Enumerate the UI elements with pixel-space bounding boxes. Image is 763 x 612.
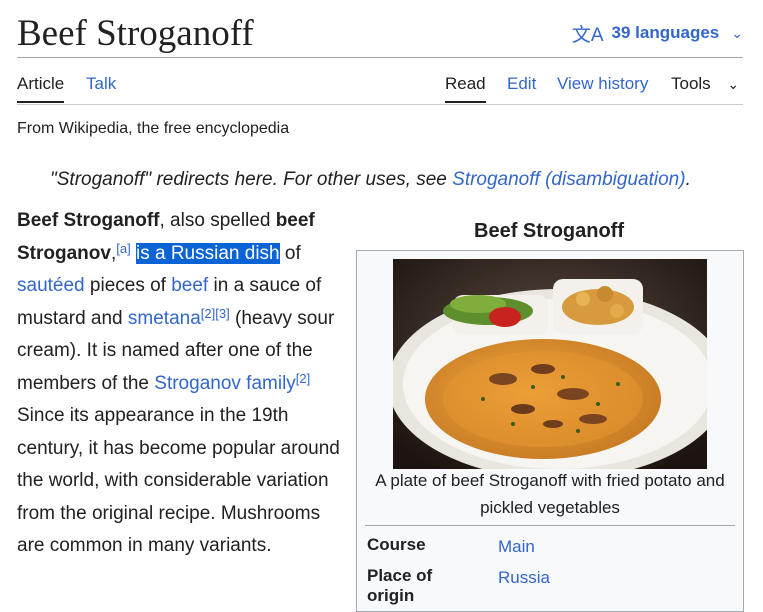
languages-label: 39 languages [611, 23, 720, 42]
tab-read[interactable]: Read [445, 73, 486, 103]
link-smetana[interactable]: smetana [128, 308, 201, 329]
lead-text: Since its appearance in the 19th century… [17, 405, 340, 556]
image-caption: A plate of beef Stroganoff with fried po… [375, 471, 725, 517]
hatnote-end: . [685, 169, 691, 190]
row-value-link[interactable]: Main [498, 537, 535, 557]
chevron-down-icon: ⌄ [731, 24, 743, 41]
chevron-down-icon: ⌄ [727, 76, 740, 92]
footnote-a[interactable]: [a] [116, 241, 130, 256]
link-stroganov-family[interactable]: Stroganov family [154, 373, 296, 394]
link-beef[interactable]: beef [171, 275, 208, 296]
tabs-divider [17, 104, 743, 105]
lead-text: , also spelled [159, 210, 276, 231]
dish-photo[interactable] [393, 259, 707, 469]
hatnote-text: "Stroganoff" redirects here. For other u… [50, 169, 453, 190]
infobox-title: Beef Stroganoff [474, 220, 624, 242]
hatnote: "Stroganoff" redirects here. For other u… [50, 169, 691, 191]
footnote-2[interactable]: [2] [201, 306, 215, 321]
tools-label: Tools [671, 74, 711, 93]
tools-menu[interactable]: Tools ⌄ [671, 73, 739, 95]
row-value-link[interactable]: Russia [498, 568, 550, 588]
languages-button[interactable]: 文A 39 languages ⌄ [572, 20, 743, 46]
footnote-2[interactable]: [2] [296, 371, 310, 386]
link-sauteed[interactable]: sautéed [17, 275, 85, 296]
tab-talk[interactable]: Talk [86, 73, 116, 95]
tab-edit[interactable]: Edit [507, 73, 536, 95]
tab-article[interactable]: Article [17, 73, 65, 103]
lead-text: pieces of [84, 275, 172, 296]
lead-paragraph: Beef Stroganoff, also spelled beef Strog… [17, 205, 347, 563]
lead-text: of [279, 242, 301, 264]
tab-view-history[interactable]: View history [557, 73, 648, 95]
beef-stroganoff-image [393, 259, 707, 469]
article-subject: Beef Stroganoff [17, 210, 160, 231]
title-divider [17, 57, 743, 58]
tagline: From Wikipedia, the free encyclopedia [17, 120, 290, 137]
selected-text[interactable]: is a Russian dish [135, 242, 280, 264]
footnote-3[interactable]: [3] [215, 306, 229, 321]
disambiguation-link[interactable]: Stroganoff (disambiguation) [452, 169, 685, 190]
page-title: Beef Stroganoff [17, 13, 254, 54]
row-label: Place of origin [367, 566, 433, 605]
infobox-divider [365, 525, 735, 526]
row-label: Course [367, 535, 426, 554]
infobox: A plate of beef Stroganoff with fried po… [356, 250, 744, 612]
page-tabs: Article Talk Read Edit View history Tool… [17, 73, 743, 105]
translate-icon: 文A [571, 24, 604, 46]
